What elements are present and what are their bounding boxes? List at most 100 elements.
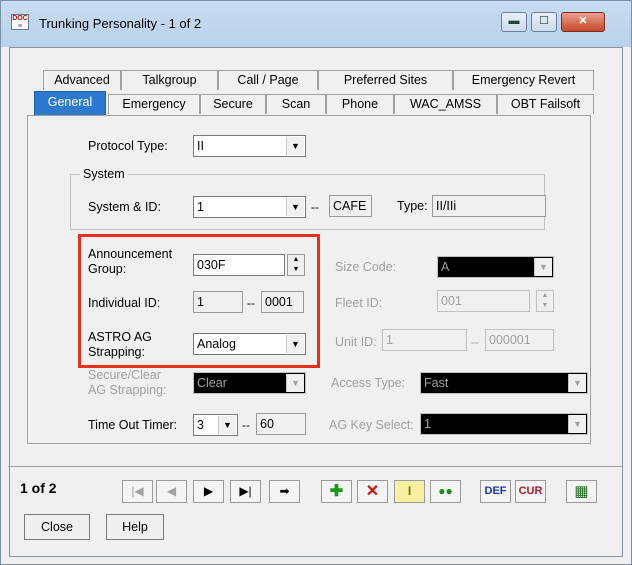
add-record-button[interactable]: ✚ <box>321 480 352 503</box>
access-type-select: Fast ▼ <box>420 372 588 394</box>
size-code-label: Size Code: <box>335 260 397 274</box>
time-out-timer-label: Time Out Timer: <box>88 418 178 432</box>
close-window-button[interactable]: ✕ <box>561 12 605 32</box>
protocol-type-label: Protocol Type: <box>88 139 168 153</box>
next-record-button[interactable]: ▶ <box>193 480 224 503</box>
tab-phone[interactable]: Phone <box>326 94 394 114</box>
system-group-title: System <box>80 167 128 181</box>
tab-preferred-sites[interactable]: Preferred Sites <box>318 70 453 90</box>
fleet-id-label: Fleet ID: <box>335 296 383 310</box>
fleet-id-spinner: ▲ ▼ <box>536 290 554 312</box>
announcement-group-input[interactable]: 030F <box>193 254 285 276</box>
time-out-timer-value: 3 <box>197 418 204 432</box>
chevron-down-icon: ▼ <box>286 374 304 392</box>
chevron-down-icon: ▼ <box>534 258 552 276</box>
tab-wac-amss[interactable]: WAC_AMSS <box>394 94 497 114</box>
tab-talkgroup[interactable]: Talkgroup <box>121 70 218 90</box>
copy-record-button[interactable]: ●● <box>430 480 461 503</box>
protocol-type-select[interactable]: II ▼ <box>193 135 306 157</box>
system-id-hex-field: CAFE <box>329 195 372 217</box>
insert-record-button[interactable]: I <box>394 480 425 503</box>
previous-record-button[interactable]: ◀ <box>156 480 187 503</box>
go-to-record-button[interactable]: ➡ <box>269 480 300 503</box>
last-record-icon: ▶| <box>239 484 252 498</box>
chevron-down-icon[interactable]: ▼ <box>286 137 304 155</box>
announcement-group-label-1: Announcement <box>88 247 173 261</box>
grid-view-button[interactable]: ▦ <box>566 480 597 503</box>
announcement-group-spinner[interactable]: ▲ ▼ <box>287 254 305 276</box>
individual-id-field-2: 0001 <box>261 291 304 313</box>
tab-emergency-revert[interactable]: Emergency Revert <box>453 70 594 90</box>
tab-obt-failsoft[interactable]: OBT Failsoft <box>497 94 594 114</box>
maximize-button[interactable]: ☐ <box>531 12 557 32</box>
secure-clear-ag-label-1: Secure/Clear <box>88 368 161 382</box>
first-record-icon: |◀ <box>131 484 144 498</box>
close-button[interactable]: Close <box>24 514 90 540</box>
tab-secure[interactable]: Secure <box>200 94 266 114</box>
doc-icon: DOC ≡ <box>11 14 29 30</box>
spin-down-icon: ▼ <box>541 302 549 309</box>
access-type-label: Access Type: <box>331 376 406 390</box>
separator: -- <box>242 418 250 432</box>
time-out-seconds-field: 60 <box>256 413 306 435</box>
system-id-label: System & ID: <box>88 200 161 214</box>
previous-record-icon: ◀ <box>166 484 177 498</box>
delete-record-button[interactable]: ✕ <box>357 480 388 503</box>
spin-up-icon[interactable]: ▲ <box>288 255 304 265</box>
chevron-down-icon[interactable]: ▼ <box>286 335 304 353</box>
type-label: Type: <box>397 199 428 213</box>
unit-id-field-1: 1 <box>382 329 467 351</box>
spin-down-icon[interactable]: ▼ <box>288 265 304 275</box>
separator: -- <box>247 296 255 310</box>
ag-key-select-value: 1 <box>424 417 431 431</box>
spin-up-icon: ▲ <box>541 292 549 299</box>
separator: -- <box>311 200 319 214</box>
size-code-value: A <box>441 260 450 274</box>
announcement-group-label-2: Group: <box>88 262 127 276</box>
help-button[interactable]: Help <box>106 514 164 540</box>
record-counter: 1 of 2 <box>20 480 57 496</box>
cur-button[interactable]: CUR <box>515 480 546 503</box>
def-button[interactable]: DEF <box>480 480 511 503</box>
astro-ag-strapping-label-1: ASTRO AG <box>88 330 152 344</box>
toolbar-divider <box>8 466 622 467</box>
chevron-down-icon[interactable]: ▼ <box>286 198 304 216</box>
grid-icon: ▦ <box>574 483 589 500</box>
tab-scan[interactable]: Scan <box>266 94 326 114</box>
chevron-down-icon: ▼ <box>568 415 586 433</box>
tab-call-page[interactable]: Call / Page <box>218 70 318 90</box>
last-record-button[interactable]: ▶| <box>230 480 261 503</box>
tab-general[interactable]: General <box>34 91 106 116</box>
tab-emergency[interactable]: Emergency <box>108 94 200 114</box>
next-record-icon: ▶ <box>203 484 214 498</box>
ag-key-select-label: AG Key Select: <box>329 418 414 432</box>
access-type-value: Fast <box>424 376 449 390</box>
system-id-select[interactable]: 1 ▼ <box>193 196 306 218</box>
individual-id-label: Individual ID: <box>88 296 161 310</box>
fleet-id-field: 001 <box>437 290 530 312</box>
arrow-right-icon: ➡ <box>279 484 290 498</box>
secure-clear-ag-select: Clear ▼ <box>193 372 306 394</box>
time-out-timer-select[interactable]: 3 ▼ <box>193 414 238 436</box>
individual-id-field-1: 1 <box>193 291 243 313</box>
unit-id-field-2: 000001 <box>485 329 554 351</box>
insert-icon: I <box>407 484 412 498</box>
protocol-type-value: II <box>197 139 204 153</box>
astro-ag-strapping-select[interactable]: Analog ▼ <box>193 333 306 355</box>
plus-icon: ✚ <box>329 483 344 500</box>
chevron-down-icon[interactable]: ▼ <box>218 416 236 434</box>
type-field: II/IIi <box>432 195 546 217</box>
astro-ag-strapping-value: Analog <box>197 337 236 351</box>
astro-ag-strapping-label-2: Strapping: <box>88 345 145 359</box>
window-title: Trunking Personality - 1 of 2 <box>39 16 202 31</box>
chevron-down-icon: ▼ <box>568 374 586 392</box>
separator: -- <box>471 335 479 349</box>
delete-icon: ✕ <box>365 483 380 500</box>
secure-clear-ag-value: Clear <box>197 376 227 390</box>
system-id-value: 1 <box>197 200 204 214</box>
first-record-button[interactable]: |◀ <box>122 480 153 503</box>
tab-advanced[interactable]: Advanced <box>43 70 121 90</box>
size-code-select: A ▼ <box>437 256 554 278</box>
ag-key-select: 1 ▼ <box>420 413 588 435</box>
minimize-button[interactable]: ▬ <box>501 12 527 32</box>
